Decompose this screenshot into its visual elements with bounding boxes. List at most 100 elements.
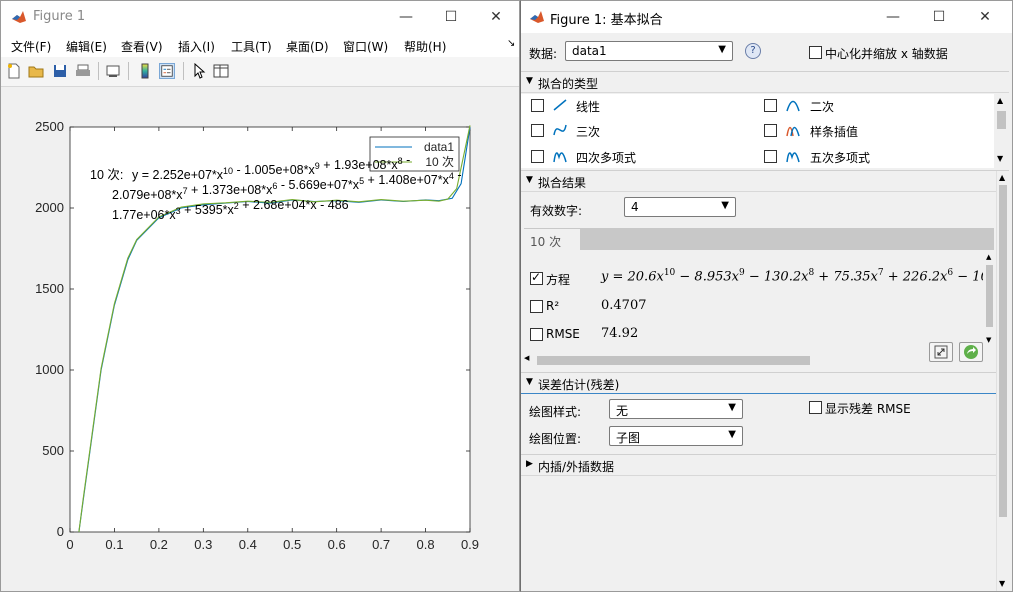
results-scrollbar-h[interactable]: ◀ bbox=[524, 354, 824, 366]
fit-types-scrollbar[interactable]: ▲ ▼ bbox=[994, 94, 1009, 168]
expand-icon[interactable] bbox=[929, 342, 953, 362]
figure-window: Figure 1 — ☐ ✕ 文件(F) 编辑(E) 查看(V) 插入(I) 工… bbox=[0, 0, 520, 592]
menu-insert[interactable]: 插入(I) bbox=[178, 38, 215, 55]
degree-tab[interactable]: 10 次 bbox=[524, 228, 580, 250]
fit-linear-checkbox[interactable] bbox=[531, 99, 544, 112]
main-scrollbar[interactable]: ▲ ▼ bbox=[996, 171, 1009, 591]
matlab-logo-icon bbox=[12, 11, 26, 23]
print-icon[interactable] bbox=[75, 63, 91, 79]
maximize-button[interactable]: ☐ bbox=[436, 7, 466, 27]
menu-help[interactable]: 帮助(H) bbox=[404, 38, 446, 55]
x-tick-label: 0.4 bbox=[239, 537, 257, 552]
data-select[interactable]: data1 ▼ bbox=[565, 41, 733, 61]
open-folder-icon[interactable] bbox=[28, 63, 44, 79]
sig-digits-select[interactable]: 4 ▼ bbox=[624, 197, 736, 217]
link-plot-icon[interactable] bbox=[105, 63, 121, 79]
y-tick-label: 1500 bbox=[35, 281, 64, 296]
scroll-down-icon[interactable]: ▼ bbox=[997, 154, 1003, 163]
plot-style-label: 绘图样式: bbox=[529, 405, 582, 419]
close-button[interactable]: ✕ bbox=[970, 7, 1000, 27]
section-fit-results[interactable]: ▼ 拟合结果 bbox=[521, 170, 1009, 192]
results-scrollbar-v[interactable]: ▲ ▼ bbox=[984, 253, 996, 345]
rmse-checkbox[interactable] bbox=[530, 328, 543, 341]
data-select-value: data1 bbox=[572, 44, 607, 58]
show-rmse-checkbox[interactable] bbox=[809, 401, 822, 414]
maximize-button[interactable]: ☐ bbox=[924, 7, 954, 27]
menu-window[interactable]: 窗口(W) bbox=[343, 38, 388, 55]
section-residuals-label: 误差估计(残差) bbox=[538, 378, 620, 392]
scroll-left-icon[interactable]: ◀ bbox=[524, 354, 529, 362]
scroll-thumb[interactable] bbox=[537, 356, 810, 365]
scroll-thumb[interactable] bbox=[986, 265, 993, 327]
scroll-up-icon[interactable]: ▲ bbox=[986, 253, 991, 261]
basic-fitting-window: Figure 1: 基本拟合 — ☐ ✕ 数据: data1 ▼ ? 中心化并缩… bbox=[520, 0, 1013, 592]
scroll-thumb[interactable] bbox=[999, 185, 1007, 517]
y-tick-label: 0 bbox=[57, 524, 64, 539]
center-scale-checkbox[interactable] bbox=[809, 46, 822, 59]
edit-plot-arrow-icon[interactable] bbox=[191, 63, 207, 79]
export-arrow-icon[interactable] bbox=[959, 342, 983, 362]
annotation-prefix: 10 次: bbox=[90, 168, 123, 182]
plot-style-select[interactable]: 无 ▼ bbox=[609, 399, 743, 419]
menu-view[interactable]: 查看(V) bbox=[121, 38, 163, 55]
section-interp-label: 内插/外插数据 bbox=[538, 460, 615, 474]
menu-file[interactable]: 文件(F) bbox=[11, 38, 51, 55]
equation-viewport: y = 20.6x10 − 8.953x9 − 130.2x8 + 75.35x… bbox=[599, 263, 983, 291]
fit-spline-checkbox[interactable] bbox=[764, 124, 777, 137]
y-tick-label: 500 bbox=[42, 443, 64, 458]
fit-quadratic-checkbox[interactable] bbox=[764, 99, 777, 112]
section-interp[interactable]: ▶ 内插/外插数据 bbox=[521, 454, 1009, 476]
fit-quintic-checkbox[interactable] bbox=[764, 150, 777, 163]
close-button[interactable]: ✕ bbox=[481, 7, 511, 27]
r2-checkbox[interactable] bbox=[530, 300, 543, 313]
menu-desktop[interactable]: 桌面(D) bbox=[286, 38, 329, 55]
scroll-up-icon[interactable]: ▲ bbox=[999, 173, 1005, 182]
x-tick-label: 0.2 bbox=[150, 537, 168, 552]
minimize-button[interactable]: — bbox=[391, 7, 421, 27]
eqn-coef: − 130.2 bbox=[744, 269, 802, 285]
minimize-button[interactable]: — bbox=[878, 7, 908, 27]
x-tick-label: 0.5 bbox=[283, 537, 301, 552]
new-file-icon[interactable] bbox=[6, 63, 22, 79]
colorbar-icon[interactable] bbox=[137, 63, 153, 79]
plot-pos-value: 子图 bbox=[616, 431, 641, 445]
fit-chart[interactable]: 0 0.1 0.2 0.3 0.4 0.5 0.6 0.7 0.8 0.9 0 500 1000 1500… bbox=[1, 88, 520, 592]
equation-checkbox[interactable] bbox=[530, 270, 543, 285]
legend-label: data1 bbox=[424, 140, 454, 154]
y-tick-label: 2500 bbox=[35, 119, 64, 134]
eqn-var: x bbox=[731, 269, 739, 285]
help-icon[interactable]: ? bbox=[745, 43, 761, 59]
matlab-logo-icon bbox=[530, 11, 544, 23]
menu-tools[interactable]: 工具(T) bbox=[231, 38, 272, 55]
figure-titlebar: Figure 1 — ☐ ✕ bbox=[1, 1, 519, 33]
menu-overflow-icon[interactable]: ↘ bbox=[507, 38, 515, 49]
save-icon[interactable] bbox=[52, 63, 68, 79]
legend-label: 10 次 bbox=[425, 155, 454, 169]
eqn-coef: = 20.6 bbox=[608, 269, 657, 285]
legend-icon[interactable] bbox=[159, 63, 175, 79]
fit-quartic-checkbox[interactable] bbox=[531, 150, 544, 163]
scroll-thumb[interactable] bbox=[997, 111, 1006, 129]
center-scale-label: 中心化并缩放 x 轴数据 bbox=[825, 47, 948, 61]
toolbar-separator bbox=[98, 62, 99, 80]
eqn-coef: − 103.5 bbox=[957, 269, 983, 285]
x-tick-label: 0.9 bbox=[461, 537, 479, 552]
rmse-label: RMSE bbox=[546, 327, 580, 341]
quartic-fit-icon bbox=[553, 152, 567, 163]
property-inspector-icon[interactable] bbox=[213, 63, 229, 79]
fit-cubic-checkbox[interactable] bbox=[531, 124, 544, 137]
eqn-exponent: 10 bbox=[663, 268, 676, 278]
eqn-coef: − 8.953 bbox=[675, 269, 732, 285]
section-fit-types[interactable]: ▼ 拟合的类型 bbox=[521, 71, 1009, 93]
scroll-down-icon[interactable]: ▼ bbox=[986, 336, 991, 344]
fit-quintic-label: 五次多项式 bbox=[810, 151, 871, 165]
plot-pos-select[interactable]: 子图 ▼ bbox=[609, 426, 743, 446]
section-residuals[interactable]: ▼ 误差估计(残差) bbox=[521, 372, 1009, 394]
scroll-up-icon[interactable]: ▲ bbox=[997, 96, 1003, 105]
menu-edit[interactable]: 编辑(E) bbox=[66, 38, 107, 55]
scroll-down-icon[interactable]: ▼ bbox=[999, 579, 1005, 588]
chevron-down-icon: ▼ bbox=[718, 44, 726, 55]
plot-pos-label: 绘图位置: bbox=[529, 432, 582, 446]
fitting-titlebar: Figure 1: 基本拟合 — ☐ ✕ bbox=[521, 1, 1012, 33]
chevron-down-icon: ▼ bbox=[728, 429, 736, 440]
